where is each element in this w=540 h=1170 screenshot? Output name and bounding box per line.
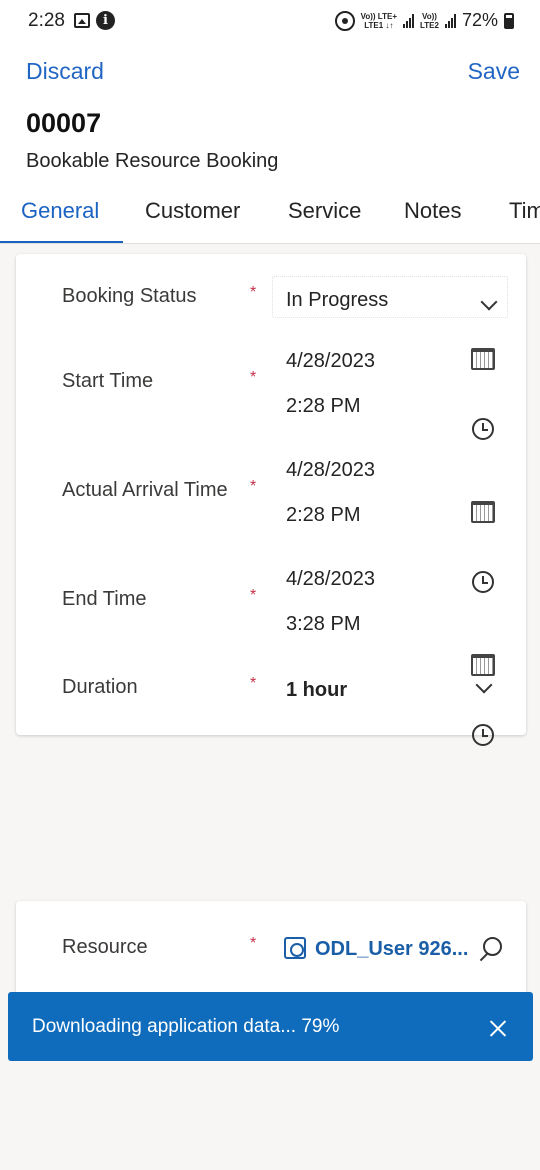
start-time-field[interactable]: 2:28 PM	[286, 395, 360, 418]
duration-select[interactable]: 1 hour	[286, 679, 347, 702]
download-progress-toast: Downloading application data... 79%	[8, 992, 533, 1061]
network-2-sub: LTE2	[420, 20, 439, 30]
tab-bar: General Customer Service Notes Tim	[0, 194, 540, 244]
clock-icon[interactable]	[472, 418, 494, 440]
required-indicator: *	[250, 284, 257, 301]
active-tab-indicator	[0, 241, 123, 243]
start-time-label: Start Time	[62, 370, 154, 392]
general-section-card: Booking Status * In Progress Start Time …	[16, 254, 526, 746]
battery-percent: 72%	[461, 10, 498, 30]
network-2-label: Vo))	[422, 11, 437, 21]
resource-label: Resource	[62, 936, 148, 958]
close-icon[interactable]	[489, 1019, 507, 1037]
toast-message: Downloading application data... 79%	[32, 1016, 340, 1037]
required-indicator: *	[250, 935, 257, 952]
resource-section-card: Resource * ODL_User 926...	[16, 901, 526, 1001]
status-notification-icons: i	[74, 11, 115, 30]
info-notification-icon: i	[96, 11, 115, 30]
tab-customer[interactable]: Customer	[145, 198, 240, 224]
required-indicator: *	[250, 675, 257, 692]
tab-service[interactable]: Service	[288, 198, 361, 224]
end-time-field[interactable]: 3:28 PM	[286, 613, 360, 636]
status-bar: 2:28 i Vo)) LTE+ LTE1 ↓↑ Vo)) LTE2 72%	[0, 0, 540, 44]
resource-lookup-link[interactable]: ODL_User 926...	[315, 938, 468, 961]
discard-button[interactable]: Discard	[26, 58, 104, 85]
battery-icon	[504, 12, 514, 29]
calendar-icon[interactable]	[471, 501, 495, 523]
tab-timeline[interactable]: Tim	[509, 198, 540, 224]
chevron-down-icon[interactable]	[475, 676, 493, 694]
calendar-icon[interactable]	[471, 654, 495, 676]
clock-icon[interactable]	[472, 571, 494, 593]
required-indicator: *	[250, 478, 257, 495]
gallery-notification-icon	[74, 13, 90, 28]
arrival-time-field[interactable]: 2:28 PM	[286, 504, 360, 527]
actual-arrival-time-label: Actual Arrival Time	[62, 479, 228, 501]
network-2-indicator: Vo)) LTE2	[420, 12, 439, 30]
save-button[interactable]: Save	[468, 58, 520, 85]
resource-entity-icon	[284, 937, 306, 959]
status-time: 2:28	[28, 10, 65, 31]
network-1-sub: LTE1 ↓↑	[364, 20, 394, 30]
end-date-field[interactable]: 4/28/2023	[286, 568, 375, 591]
record-title: 00007	[26, 108, 102, 138]
network-1-indicator: Vo)) LTE+ LTE1 ↓↑	[361, 12, 397, 30]
hotspot-icon	[334, 10, 355, 31]
tab-notes[interactable]: Notes	[404, 198, 461, 224]
clock-icon[interactable]	[472, 724, 494, 746]
required-indicator: *	[250, 587, 257, 604]
duration-label: Duration	[62, 676, 138, 698]
signal-1-icon	[403, 13, 414, 28]
required-indicator: *	[250, 369, 257, 386]
end-time-label: End Time	[62, 588, 147, 610]
search-icon[interactable]	[478, 937, 502, 961]
tab-general[interactable]: General	[21, 198, 99, 224]
signal-2-icon	[444, 13, 456, 28]
network-1-label: Vo)) LTE+	[360, 11, 397, 21]
status-right-icons: Vo)) LTE+ LTE1 ↓↑ Vo)) LTE2 72%	[334, 10, 514, 31]
booking-status-value[interactable]: In Progress	[286, 289, 388, 312]
arrival-date-field[interactable]: 4/28/2023	[286, 459, 375, 482]
booking-status-label: Booking Status	[62, 285, 197, 307]
start-date-field[interactable]: 4/28/2023	[286, 350, 375, 373]
calendar-icon[interactable]	[471, 348, 495, 370]
form-header: Discard Save 00007 Bookable Resource Boo…	[0, 44, 540, 244]
entity-name: Bookable Resource Booking	[26, 150, 279, 172]
